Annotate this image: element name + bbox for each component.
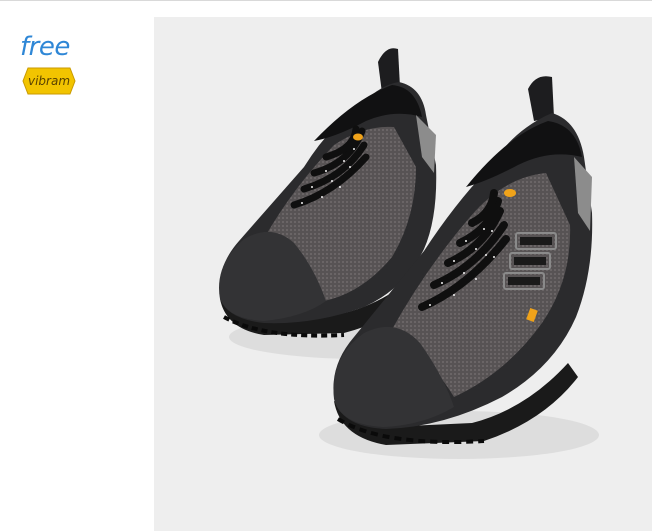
shoe-pair-icon (219, 48, 599, 459)
brand-tagline: free (20, 32, 70, 62)
vibram-logo-icon: vibram (22, 67, 76, 95)
vibram-logo: vibram (22, 66, 76, 96)
vibram-logo-text: vibram (28, 74, 70, 88)
brand-badge: free vibram (14, 32, 86, 104)
product-page: free vibram (0, 0, 652, 531)
top-divider (0, 0, 652, 1)
product-image[interactable] (154, 17, 652, 531)
